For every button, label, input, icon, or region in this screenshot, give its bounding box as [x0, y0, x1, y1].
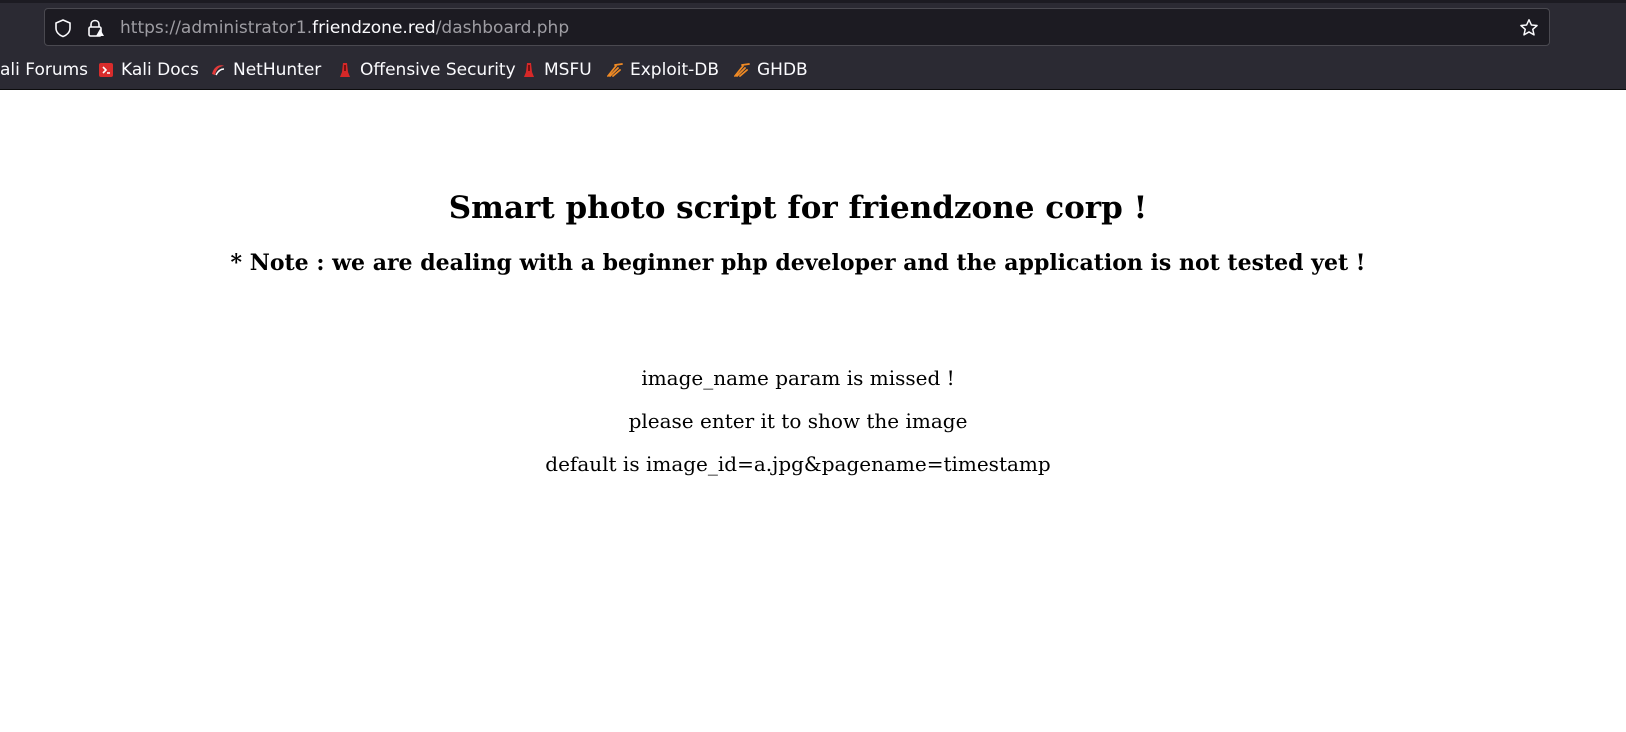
bookmark-ghdb[interactable]: GHDB [734, 56, 808, 84]
message-line: image_name param is missed ! [641, 366, 955, 390]
tab-strip-edge [0, 0, 1626, 3]
message-line: please enter it to show the image [628, 409, 968, 433]
page-content: Smart photo script for friendzone corp !… [0, 90, 1626, 732]
insecure-lock-icon[interactable] [85, 18, 105, 38]
nethunter-icon [212, 65, 225, 76]
kali-docs-icon [99, 63, 113, 77]
bookmark-kali-forums[interactable]: ali Forums [0, 56, 88, 84]
bookmark-label: MSFU [544, 60, 592, 80]
browser-chrome: https://administrator1.friendzone.red/da… [0, 0, 1626, 90]
address-bar[interactable]: https://administrator1.friendzone.red/da… [44, 8, 1550, 46]
bookmark-label: GHDB [757, 60, 808, 80]
bookmark-label: NetHunter [233, 60, 322, 80]
exploitdb-icon [734, 63, 750, 77]
bookmark-kali-docs[interactable]: Kali Docs [98, 56, 199, 84]
bookmark-msfu[interactable]: MSFU [521, 56, 592, 84]
bookmark-label: Offensive Security [360, 60, 516, 80]
bookmarks-toolbar: ali Forums Kali Docs NetHunter Offensive… [0, 56, 1626, 84]
page-title: Smart photo script for friendzone corp ! [448, 190, 1148, 226]
shield-icon[interactable] [53, 18, 73, 38]
exploitdb-icon [607, 63, 623, 77]
offsec-icon [340, 63, 350, 77]
bookmark-label: Exploit-DB [630, 60, 719, 80]
bookmark-label: Kali Docs [121, 60, 199, 80]
bookmark-exploit-db[interactable]: Exploit-DB [607, 56, 719, 84]
url-text[interactable]: https://administrator1.friendzone.red/da… [120, 18, 569, 38]
bookmark-nethunter[interactable]: NetHunter [210, 56, 321, 84]
bookmark-label: ali Forums [0, 60, 89, 80]
page-note: * Note : we are dealing with a beginner … [230, 250, 1366, 276]
bookmark-star-icon[interactable] [1518, 17, 1540, 39]
url-host: friendzone.red [312, 18, 436, 38]
bookmark-offensive-security[interactable]: Offensive Security [337, 56, 516, 84]
url-path: /dashboard.php [435, 18, 570, 38]
message-line: default is image_id=a.jpg&pagename=times… [545, 452, 1051, 476]
url-prefix: https://administrator1. [120, 18, 313, 38]
offsec-icon [524, 63, 534, 77]
